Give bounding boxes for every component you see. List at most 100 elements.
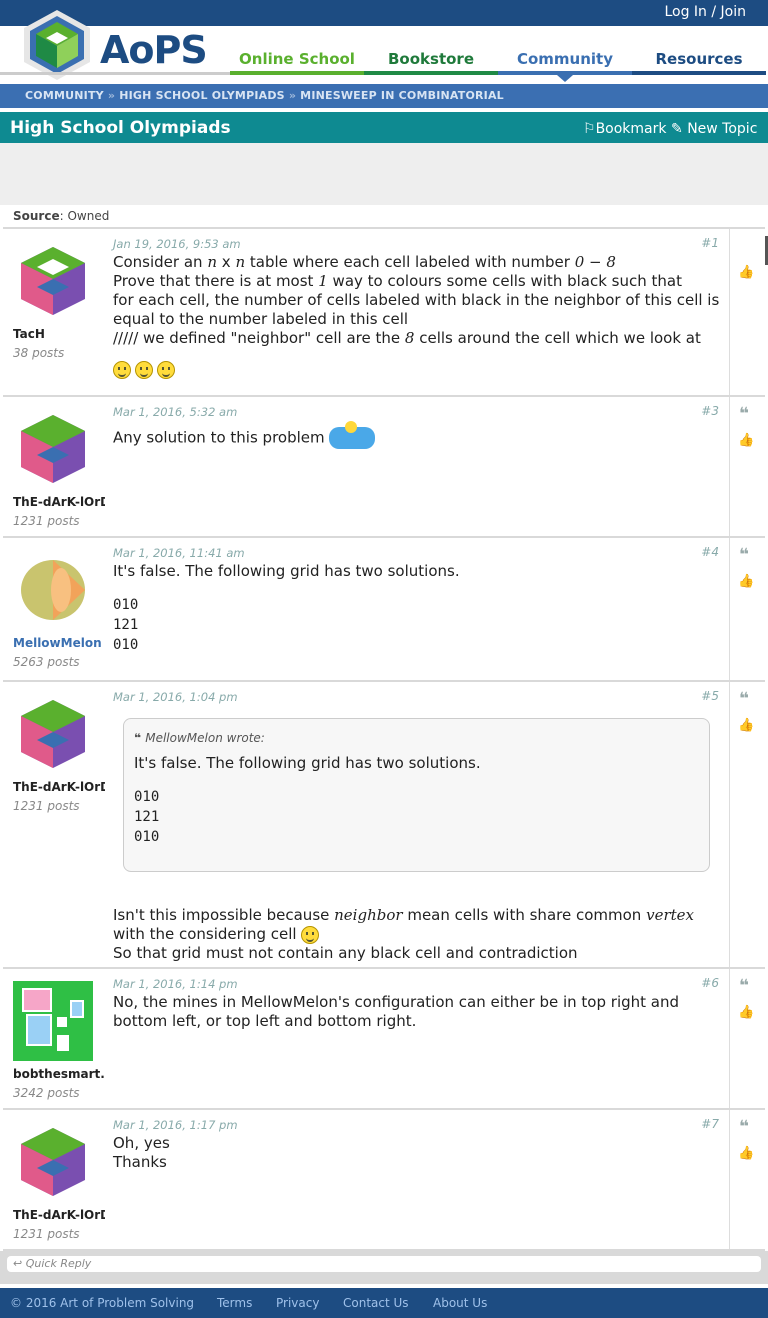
login-join-link[interactable]: Log In / Join (664, 4, 746, 20)
post-text: So that grid must not contain any black … (113, 944, 578, 962)
bookmark-label: Bookmark (595, 121, 667, 137)
nav-divider (0, 72, 230, 75)
post-username[interactable]: bobthesmart... (13, 1067, 105, 1081)
forum-title[interactable]: High School Olympiads (10, 118, 231, 138)
footer: © 2016 Art of Problem Solving Terms Priv… (0, 1288, 768, 1318)
grid-row: 121 (134, 809, 160, 825)
thumbs-up-icon[interactable]: 👍 (738, 1146, 754, 1161)
bookmark-button[interactable]: ⚐Bookmark (583, 121, 667, 137)
tab-resources-label: Resources (655, 50, 743, 68)
smile-icon (157, 360, 175, 379)
avatar[interactable] (13, 241, 93, 321)
tab-bookstore[interactable]: Bookstore (364, 50, 498, 75)
post-tools: 👍 (729, 229, 765, 395)
tab-community[interactable]: Community (498, 50, 632, 82)
post-text: Prove that there is at most (113, 272, 314, 290)
post-number[interactable]: #5 (701, 689, 719, 703)
post-body: It's false. The following grid has two s… (113, 562, 723, 655)
post-number[interactable]: #3 (701, 404, 719, 418)
quote-icon[interactable]: ❝ (739, 976, 749, 996)
confused-icon (301, 925, 320, 944)
post-text: Consider an (113, 253, 203, 271)
post-tools: ❝ 👍 (729, 1110, 765, 1249)
quote-icon[interactable]: ❝ (739, 1117, 749, 1137)
source-value: : Owned (59, 209, 110, 223)
breadcrumb-sep: » (107, 89, 116, 102)
math-eight: 8 (404, 329, 415, 347)
avatar[interactable] (13, 981, 93, 1061)
thumbs-up-icon[interactable]: 👍 (738, 433, 754, 448)
new-topic-button[interactable]: ✎ New Topic (671, 121, 757, 137)
math-neighbor: neighbor (334, 906, 403, 924)
active-tab-arrow (557, 75, 573, 82)
post-date[interactable]: Mar 1, 2016, 1:17 pm (113, 1118, 238, 1132)
breadcrumb-topic[interactable]: MINESWEEP IN COMBINATORIAL (300, 89, 504, 102)
post-username[interactable]: ThE-dArK-lOrD (13, 1208, 105, 1222)
post-count: 1231 posts (13, 1227, 80, 1241)
quote-author: MellowMelon wrote: (145, 731, 265, 745)
quote-icon: ❝ (134, 731, 146, 745)
aops-logo-text[interactable]: AoPS (100, 28, 208, 72)
grid-row: 121 (113, 617, 139, 633)
avatar[interactable] (13, 694, 93, 774)
post-number[interactable]: #1 (701, 236, 719, 250)
post-tools: ❝ 👍 (729, 538, 765, 680)
reply-icon: ↩ (13, 1257, 26, 1270)
grid-row: 010 (113, 637, 139, 653)
footer-about-link[interactable]: About Us (433, 1296, 487, 1310)
ad-space (0, 143, 768, 205)
post-username[interactable]: ThE-dArK-lOrD (13, 780, 105, 794)
post-date[interactable]: Mar 1, 2016, 5:32 am (113, 405, 237, 419)
footer-contact-link[interactable]: Contact Us (343, 1296, 409, 1310)
breadcrumb-hso[interactable]: HIGH SCHOOL OLYMPIADS (119, 89, 285, 102)
footer-privacy-link[interactable]: Privacy (276, 1296, 319, 1310)
tab-online-school-label: Online School (239, 50, 355, 68)
post-tools: ❝ 👍 (729, 397, 765, 536)
quote-icon[interactable]: ❝ (739, 404, 749, 424)
topic-posts: Source: Owned TacH 38 posts Jan 19, 2016… (3, 205, 765, 1251)
top-bar: Log In / Join (0, 0, 768, 26)
post-4: MellowMelon 5263 posts Mar 1, 2016, 11:4… (3, 538, 765, 680)
quick-reply-button[interactable]: ↩ Quick Reply (7, 1256, 761, 1272)
math-vertex: vertex (646, 906, 694, 924)
post-date[interactable]: Mar 1, 2016, 1:04 pm (113, 690, 238, 704)
post-date[interactable]: Jan 19, 2016, 9:53 am (113, 237, 241, 251)
airplane-smiley-icon (329, 421, 376, 449)
smile-icon (113, 360, 131, 379)
post-text: Any solution to this problem (113, 428, 325, 447)
avatar[interactable] (13, 550, 93, 630)
post-text: way to colours some cells with black suc… (332, 272, 682, 290)
thumbs-up-icon[interactable]: 👍 (738, 1005, 754, 1020)
copyright: © 2016 Art of Problem Solving (10, 1296, 195, 1310)
bookmark-icon: ⚐ (583, 121, 596, 137)
post-body: Oh, yes Thanks (113, 1134, 723, 1172)
footer-terms-link[interactable]: Terms (217, 1296, 252, 1310)
thumbs-up-icon[interactable]: 👍 (738, 718, 754, 733)
post-date[interactable]: Mar 1, 2016, 1:14 pm (113, 977, 238, 991)
thumbs-up-icon[interactable]: 👍 (738, 265, 754, 280)
quote-icon[interactable]: ❝ (739, 689, 749, 709)
post-username[interactable]: ThE-dArK-lOrD (13, 495, 105, 509)
post-date[interactable]: Mar 1, 2016, 11:41 am (113, 546, 245, 560)
breadcrumb-community[interactable]: COMMUNITY (25, 89, 104, 102)
avatar[interactable] (13, 1122, 93, 1202)
thumbs-up-icon[interactable]: 👍 (738, 574, 754, 589)
tab-online-school[interactable]: Online School (230, 50, 364, 75)
post-text: ///// we defined "neighbor" cell are the (113, 329, 401, 347)
post-count: 38 posts (13, 346, 65, 360)
post-username[interactable]: MellowMelon (13, 636, 105, 650)
tab-bookstore-label: Bookstore (388, 50, 474, 68)
post-username[interactable]: TacH (13, 327, 105, 341)
quote-icon[interactable]: ❝ (739, 545, 749, 565)
post-number[interactable]: #4 (701, 545, 719, 559)
post-text: with the considering cell (113, 925, 297, 943)
post-number[interactable]: #7 (701, 1117, 719, 1131)
source-line: Source: Owned (3, 205, 765, 227)
tab-resources[interactable]: Resources (632, 50, 766, 75)
avatar[interactable] (13, 409, 93, 489)
post-number[interactable]: #6 (701, 976, 719, 990)
post-count: 3242 posts (13, 1086, 80, 1100)
tab-community-label: Community (516, 50, 614, 68)
quote-text: It's false. The following grid has two s… (134, 754, 481, 772)
quote-block: ❝ MellowMelon wrote: It's false. The fol… (123, 718, 710, 872)
